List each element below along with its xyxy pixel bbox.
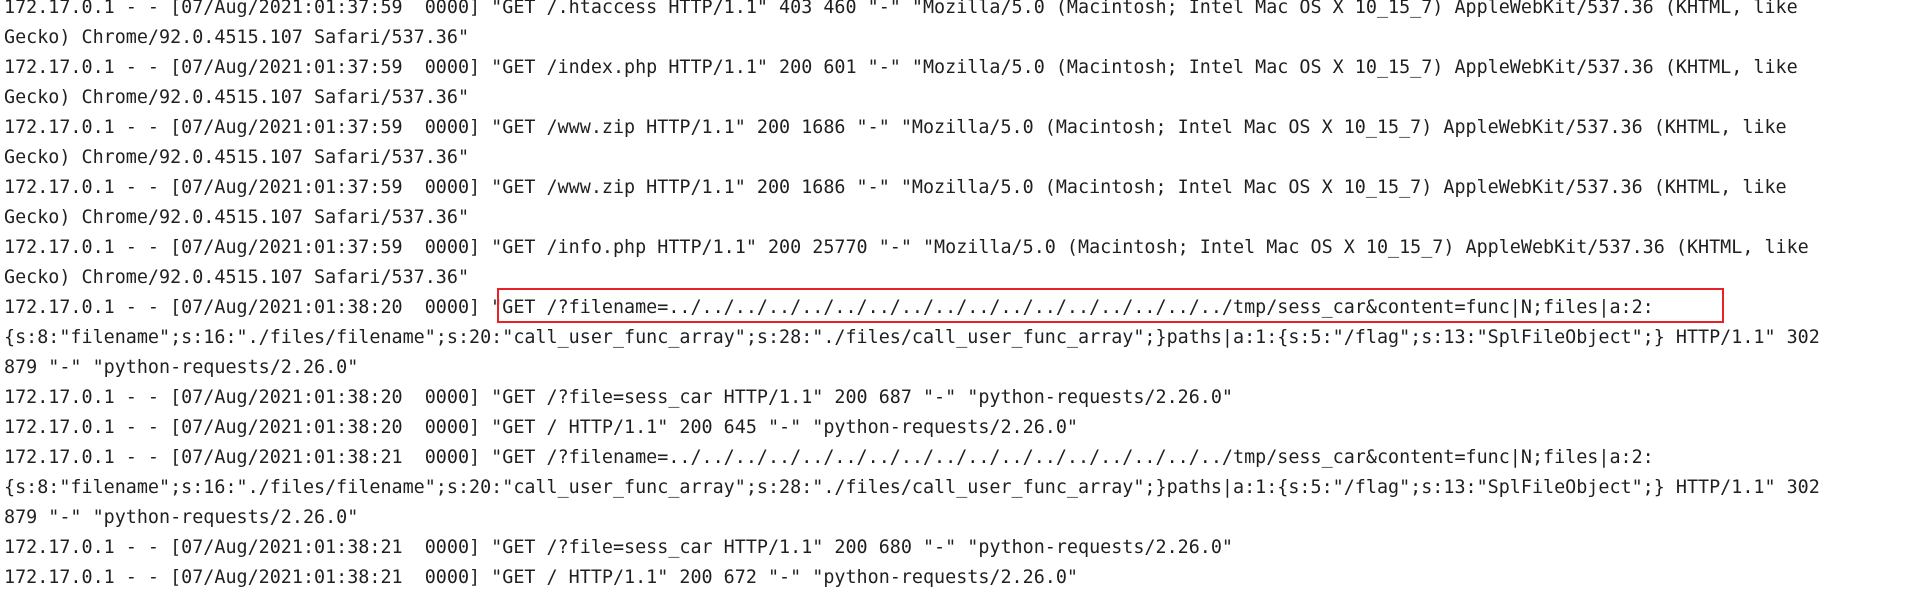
log-line: 172.17.0.1 - - [07/Aug/2021:01:38:20 000… xyxy=(4,297,1654,318)
log-line: Gecko) Chrome/92.0.4515.107 Safari/537.3… xyxy=(4,267,470,288)
log-line: 879 "-" "python-requests/2.26.0" xyxy=(4,507,359,528)
log-line: 879 "-" "python-requests/2.26.0" xyxy=(4,357,359,378)
log-line: 172.17.0.1 - - [07/Aug/2021:01:37:59 000… xyxy=(4,117,1787,138)
log-line: 172.17.0.1 - - [07/Aug/2021:01:38:20 000… xyxy=(4,417,1078,438)
log-line: 172.17.0.1 - - [07/Aug/2021:01:37:59 000… xyxy=(4,237,1809,258)
log-line: Gecko) Chrome/92.0.4515.107 Safari/537.3… xyxy=(4,87,470,108)
log-line: Gecko) Chrome/92.0.4515.107 Safari/537.3… xyxy=(4,27,470,48)
log-line: 172.17.0.1 - - [07/Aug/2021:01:37:59 000… xyxy=(4,177,1787,198)
log-line: 172.17.0.1 - - [07/Aug/2021:01:38:21 000… xyxy=(4,447,1654,468)
log-line: {s:8:"filename";s:16:"./files/filename";… xyxy=(4,327,1820,348)
log-line: 172.17.0.1 - - [07/Aug/2021:01:37:59 000… xyxy=(4,57,1798,78)
access-log: 172.17.0.1 - - [07/Aug/2021:01:37:59 000… xyxy=(4,0,1916,593)
log-line: 172.17.0.1 - - [07/Aug/2021:01:37:59 000… xyxy=(4,0,1798,18)
log-line: 172.17.0.1 - - [07/Aug/2021:01:38:21 000… xyxy=(4,567,1078,588)
log-line: Gecko) Chrome/92.0.4515.107 Safari/537.3… xyxy=(4,147,470,168)
log-line: {s:8:"filename";s:16:"./files/filename";… xyxy=(4,477,1820,498)
log-line: 172.17.0.1 - - [07/Aug/2021:01:38:21 000… xyxy=(4,537,1234,558)
log-line: 172.17.0.1 - - [07/Aug/2021:01:38:20 000… xyxy=(4,387,1234,408)
log-line: Gecko) Chrome/92.0.4515.107 Safari/537.3… xyxy=(4,207,470,228)
